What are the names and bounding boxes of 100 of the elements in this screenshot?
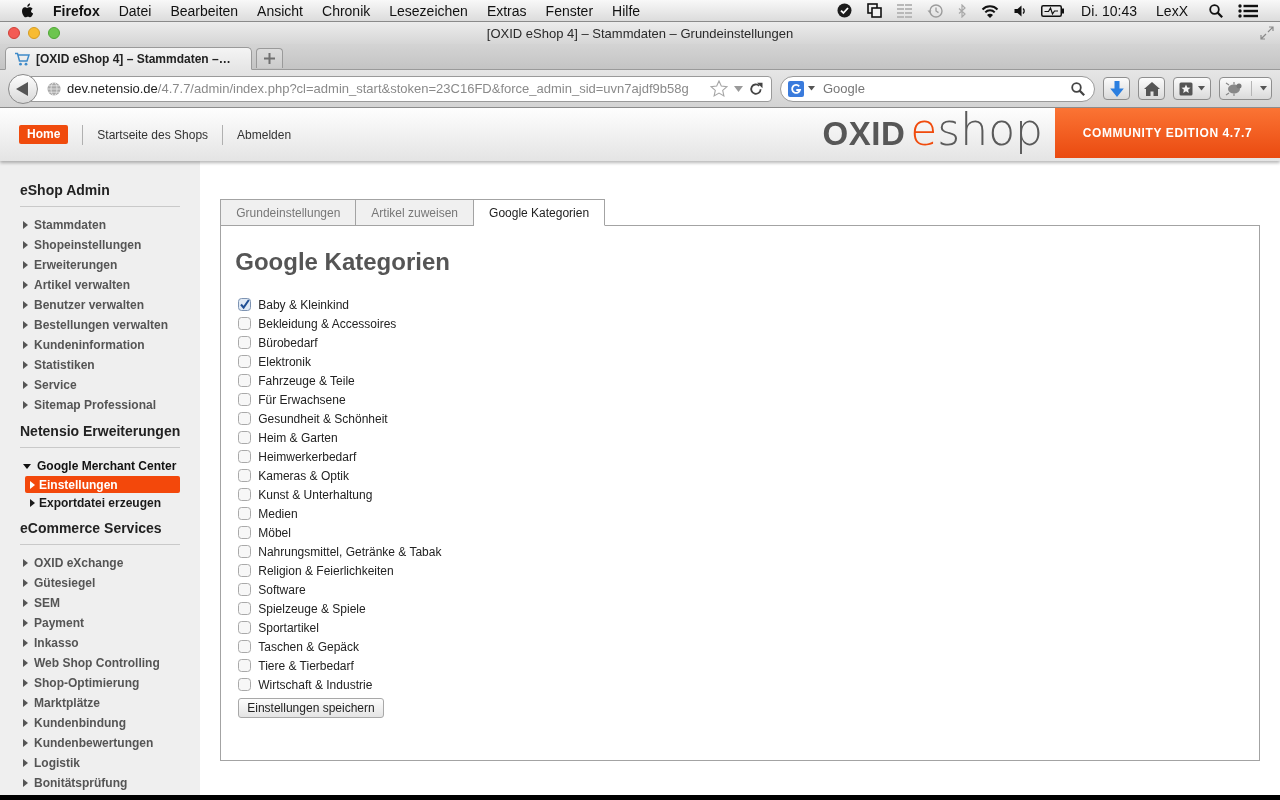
nav-link[interactable]: Abmelden bbox=[237, 127, 292, 142]
expand-icon[interactable] bbox=[1260, 26, 1274, 40]
menu-item[interactable]: Lesezeichen bbox=[389, 2, 468, 19]
check-badge-icon[interactable] bbox=[837, 3, 853, 18]
search-icon[interactable] bbox=[1209, 3, 1223, 18]
menu-item[interactable]: Ansicht bbox=[257, 2, 303, 19]
window-control-icon[interactable] bbox=[28, 27, 40, 39]
clock[interactable]: Di. 10:43 bbox=[1081, 2, 1138, 19]
sidebar-item[interactable]: Sitemap Professional bbox=[20, 395, 181, 415]
sidebar-item[interactable]: Artikel verwalten bbox=[20, 275, 181, 295]
checkbox-label: Wirtschaft & Industrie bbox=[258, 677, 373, 692]
nav-link[interactable]: Startseite des Shops bbox=[97, 127, 209, 142]
sidebar-item[interactable]: Kundeninformation bbox=[20, 335, 181, 355]
sidebar-item[interactable]: Inkasso bbox=[20, 633, 181, 653]
sidebar-item[interactable]: Bestellungen verwalten bbox=[20, 315, 181, 335]
checkbox[interactable] bbox=[238, 431, 252, 444]
window-control-icon[interactable] bbox=[8, 27, 20, 39]
list-icon[interactable] bbox=[1238, 3, 1258, 18]
sidebar-item[interactable]: SEM bbox=[20, 593, 181, 613]
checkbox[interactable] bbox=[238, 621, 252, 634]
star-box-icon bbox=[1179, 81, 1193, 96]
menu-item[interactable]: Chronik bbox=[322, 2, 371, 19]
sidebar-item[interactable]: Einstellungen bbox=[25, 476, 181, 493]
volume-icon[interactable] bbox=[1014, 4, 1027, 17]
tab[interactable]: Google Kategorien bbox=[474, 199, 606, 226]
battery-icon[interactable] bbox=[1041, 4, 1065, 17]
sidebar-item[interactable]: Erweiterungen bbox=[20, 255, 181, 275]
checkbox[interactable] bbox=[238, 507, 252, 520]
sidebar-item[interactable]: Benutzer verwalten bbox=[20, 295, 181, 315]
checkbox[interactable] bbox=[238, 336, 252, 349]
checkbox[interactable] bbox=[238, 602, 252, 615]
tab[interactable]: Artikel zuweisen bbox=[356, 199, 475, 226]
checkbox[interactable] bbox=[238, 469, 252, 482]
sidebar-item[interactable]: Exportdatei erzeugen bbox=[25, 494, 181, 512]
search-engine-icon[interactable] bbox=[788, 80, 804, 97]
sidebar-item[interactable]: Marktplätze bbox=[20, 693, 181, 713]
reload-icon[interactable] bbox=[749, 81, 763, 96]
checkbox[interactable] bbox=[238, 545, 252, 558]
checkbox[interactable] bbox=[238, 355, 252, 368]
bluetooth-icon[interactable] bbox=[958, 3, 967, 18]
search-icon[interactable] bbox=[1071, 81, 1085, 96]
sidebar-item[interactable]: Service bbox=[20, 375, 181, 395]
checkbox[interactable] bbox=[238, 374, 252, 387]
menu-item[interactable]: Datei bbox=[118, 2, 152, 19]
checkbox[interactable] bbox=[238, 659, 252, 672]
checkbox[interactable] bbox=[238, 450, 252, 463]
sidebar-item[interactable]: Kundenbindung bbox=[20, 713, 181, 733]
search-field[interactable]: Google bbox=[780, 75, 1095, 102]
tab[interactable]: Grundeinstellungen bbox=[220, 199, 357, 226]
download-arrow-icon bbox=[1109, 80, 1124, 97]
sidebar-item[interactable]: OXID eXchange bbox=[20, 553, 181, 573]
checkbox[interactable] bbox=[238, 583, 252, 596]
checkbox[interactable] bbox=[238, 298, 252, 311]
home-button[interactable] bbox=[1138, 77, 1165, 100]
checkbox[interactable] bbox=[238, 488, 252, 501]
windows-icon[interactable] bbox=[867, 3, 883, 18]
home-button[interactable]: Home bbox=[19, 125, 69, 144]
sidebar-item[interactable]: Kundenbewertungen bbox=[20, 733, 181, 753]
checkbox-label: Gesundheit & Schönheit bbox=[258, 411, 388, 426]
sidebar-item[interactable]: Payment bbox=[20, 613, 181, 633]
sidebar-item[interactable]: Google Merchant Center bbox=[20, 456, 181, 476]
checkbox[interactable] bbox=[238, 412, 252, 425]
caret-icon[interactable] bbox=[808, 86, 815, 91]
sidebar-item[interactable]: Statistiken bbox=[20, 355, 181, 375]
sidebar-item[interactable]: Stammdaten bbox=[20, 215, 181, 235]
app-menu[interactable]: Firefox bbox=[53, 2, 100, 19]
checkbox-label: Spielzeuge & Spiele bbox=[258, 601, 366, 616]
logo: OXID eshop bbox=[822, 108, 1043, 157]
wifi-icon[interactable] bbox=[981, 3, 1000, 18]
checkbox[interactable] bbox=[238, 526, 252, 539]
sidebar-item[interactable]: Shop-Optimierung bbox=[20, 673, 181, 693]
checkbox[interactable] bbox=[238, 317, 252, 330]
sidebar-item[interactable]: Bonitätsprüfung bbox=[20, 773, 181, 793]
checkbox[interactable] bbox=[238, 678, 252, 691]
checkbox[interactable] bbox=[238, 393, 252, 406]
star-icon[interactable] bbox=[710, 80, 728, 97]
extension-button[interactable] bbox=[1219, 77, 1272, 100]
apple-icon[interactable] bbox=[20, 2, 34, 19]
save-button[interactable]: Einstellungen speichern bbox=[238, 698, 384, 718]
new-tab-button[interactable] bbox=[256, 48, 283, 68]
back-button[interactable] bbox=[8, 73, 38, 104]
checkbox-label: Software bbox=[258, 582, 306, 597]
user-menu[interactable]: LexX bbox=[1156, 2, 1188, 19]
clock-icon[interactable] bbox=[927, 2, 944, 19]
menu-item[interactable]: Hilfe bbox=[612, 2, 641, 19]
checkbox[interactable] bbox=[238, 564, 252, 577]
sidebar-item[interactable]: Web Shop Controlling bbox=[20, 653, 181, 673]
checkbox[interactable] bbox=[238, 640, 252, 653]
menu-item[interactable]: Bearbeiten bbox=[170, 2, 239, 19]
address-field[interactable]: dev.netensio.de/4.7.7/admin/index.php?cl=admin_start&stoken=23C16FD&force_admin_sid=uvn7ajdf9b58g bbox=[30, 75, 772, 102]
download-button[interactable] bbox=[1103, 77, 1130, 100]
window-control-icon[interactable] bbox=[48, 27, 60, 39]
bookmarks-button[interactable] bbox=[1173, 77, 1211, 100]
browser-tab[interactable]: [OXID eShop 4] – Stammdaten –… bbox=[5, 47, 252, 70]
sidebar-item[interactable]: Logistik bbox=[20, 753, 181, 773]
menu-item[interactable]: Fenster bbox=[545, 2, 594, 19]
sidebar-item[interactable]: Gütesiegel bbox=[20, 573, 181, 593]
sidebar-item[interactable]: Shopeinstellungen bbox=[20, 235, 181, 255]
menu-item[interactable]: Extras bbox=[486, 2, 527, 19]
bars-icon[interactable] bbox=[897, 3, 913, 18]
